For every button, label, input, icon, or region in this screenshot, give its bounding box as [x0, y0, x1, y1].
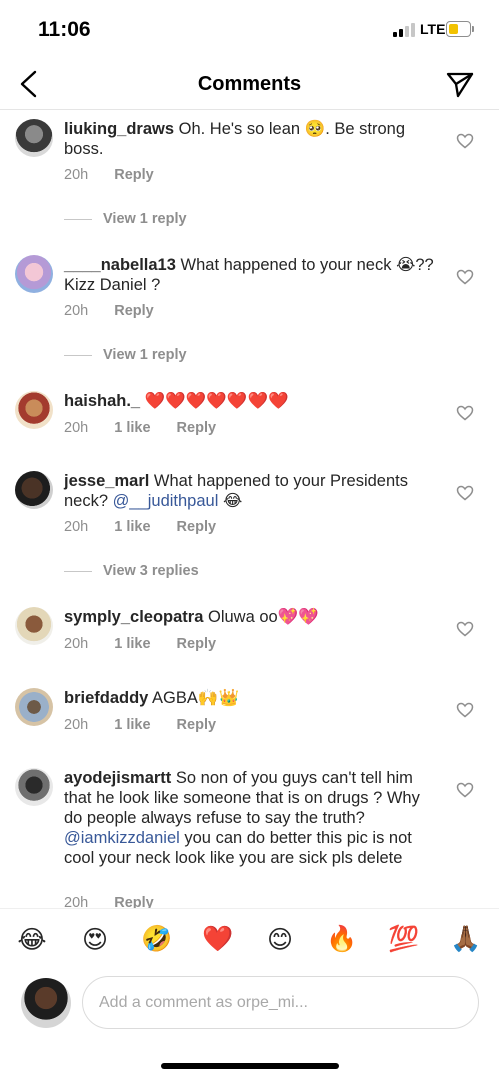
- comment-meta: 20h 1 like Reply: [64, 717, 238, 733]
- emoji-button[interactable]: 🔥: [324, 925, 360, 954]
- reply-button[interactable]: Reply: [177, 420, 217, 436]
- likes-count[interactable]: 1 like: [114, 420, 150, 436]
- comment-body: AGBA: [152, 689, 198, 707]
- comment-composer: [0, 970, 499, 1040]
- network-label: LTE: [420, 21, 446, 37]
- emoji: 🥺: [304, 120, 326, 138]
- comment-input[interactable]: [82, 976, 479, 1029]
- comment-username[interactable]: symply_cleopatra: [64, 608, 203, 626]
- likes-count[interactable]: 1 like: [114, 636, 150, 652]
- comment-body: ❤️❤️❤️❤️❤️❤️❤️: [144, 392, 289, 410]
- comment-text: ayodejismartt So non of you guys can't t…: [64, 768, 434, 868]
- comment-text: symply_cleopatra Oluwa oo💖💖: [64, 607, 434, 627]
- comment-username[interactable]: ____nabella13: [64, 256, 176, 274]
- comment-meta: 20h 1 like Reply: [64, 420, 238, 436]
- emoji: 🙌👑: [197, 689, 239, 707]
- comment-username[interactable]: jesse_marl: [64, 472, 149, 490]
- heart-icon[interactable]: [456, 133, 474, 149]
- comment-text: jesse_marl What happened to your Preside…: [64, 471, 434, 511]
- emoji-button[interactable]: 😊: [262, 925, 298, 955]
- status-bar: 11:06 LTE: [0, 0, 499, 60]
- reply-button[interactable]: Reply: [177, 519, 217, 535]
- heart-icon[interactable]: [456, 621, 474, 637]
- avatar[interactable]: [15, 607, 53, 645]
- heart-icon[interactable]: [456, 269, 474, 285]
- view-replies-label: View 3 replies: [103, 563, 199, 579]
- comments-list[interactable]: liuking_draws Oh. He's so lean 🥺. Be str…: [0, 111, 499, 908]
- reply-button[interactable]: Reply: [114, 167, 154, 183]
- comment-time: 20h: [64, 636, 89, 652]
- comment-body: Oh. He's so lean: [178, 120, 305, 138]
- emoji-button[interactable]: 😍: [77, 925, 113, 955]
- avatar[interactable]: [15, 119, 53, 157]
- comment-time: 20h: [64, 519, 89, 535]
- comment-meta: 20h 1 like Reply: [64, 519, 238, 535]
- emoji: 😭: [396, 256, 416, 274]
- emoji-button[interactable]: 😂: [14, 925, 50, 955]
- comment-time: 20h: [64, 717, 89, 733]
- reply-button[interactable]: Reply: [114, 895, 154, 908]
- emoji: 💖💖: [277, 608, 319, 626]
- comment-meta: 20h Reply: [64, 895, 176, 908]
- divider: [64, 354, 92, 356]
- avatar[interactable]: [15, 768, 53, 806]
- status-time: 11:06: [38, 18, 91, 41]
- comment-meta: 20h Reply: [64, 303, 176, 319]
- comment-time: 20h: [64, 895, 89, 908]
- likes-count[interactable]: 1 like: [114, 717, 150, 733]
- heart-icon[interactable]: [456, 782, 474, 798]
- reply-button[interactable]: Reply: [177, 636, 217, 652]
- emoji-button[interactable]: 🤣: [139, 925, 175, 954]
- comment-text: ____nabella13 What happened to your neck…: [64, 255, 434, 295]
- heart-icon[interactable]: [456, 405, 474, 421]
- page-title: Comments: [197, 73, 302, 95]
- avatar[interactable]: [15, 255, 53, 293]
- comment-text: briefdaddy AGBA🙌👑: [64, 688, 434, 708]
- heart-icon[interactable]: [456, 485, 474, 501]
- comment-body: Oluwa oo: [208, 608, 278, 626]
- divider: [64, 570, 92, 572]
- avatar[interactable]: [15, 471, 53, 509]
- signal-icon: [393, 23, 415, 37]
- view-replies-label: View 1 reply: [103, 347, 187, 363]
- comment-username[interactable]: briefdaddy: [64, 689, 148, 707]
- emoji-quick-bar: 😂 😍 🤣 ❤️ 😊 🔥 💯 🙏🏾: [0, 908, 499, 970]
- avatar[interactable]: [15, 688, 53, 726]
- comment-meta: 20h 1 like Reply: [64, 636, 238, 652]
- emoji-button[interactable]: 💯: [386, 925, 422, 954]
- divider: [64, 218, 92, 220]
- avatar: [21, 978, 71, 1028]
- heart-icon[interactable]: [456, 702, 474, 718]
- comment-text: haishah._ ❤️❤️❤️❤️❤️❤️❤️: [64, 391, 434, 411]
- comment-time: 20h: [64, 303, 89, 319]
- comment-meta: 20h Reply: [64, 167, 176, 183]
- comment-time: 20h: [64, 420, 89, 436]
- comment-time: 20h: [64, 167, 89, 183]
- paper-plane-icon[interactable]: [445, 70, 475, 100]
- likes-count[interactable]: 1 like: [114, 519, 150, 535]
- emoji-button[interactable]: 🙏🏾: [448, 925, 484, 954]
- comment-body: What happened to your neck: [180, 256, 397, 274]
- comment-text: liuking_draws Oh. He's so lean 🥺. Be str…: [64, 119, 434, 159]
- home-indicator: [161, 1063, 339, 1069]
- reply-button[interactable]: Reply: [114, 303, 154, 319]
- comment-username[interactable]: ayodejismartt: [64, 769, 171, 787]
- avatar[interactable]: [15, 391, 53, 429]
- view-replies-button[interactable]: View 1 reply: [64, 211, 187, 227]
- view-replies-button[interactable]: View 1 reply: [64, 347, 187, 363]
- reply-button[interactable]: Reply: [177, 717, 217, 733]
- emoji: 😂: [218, 492, 243, 510]
- view-replies-button[interactable]: View 3 replies: [64, 563, 199, 579]
- view-replies-label: View 1 reply: [103, 211, 187, 227]
- battery-icon: [446, 21, 474, 37]
- mention-link[interactable]: @__judithpaul: [113, 492, 219, 510]
- emoji-button[interactable]: ❤️: [200, 925, 236, 954]
- nav-bar: Comments: [0, 60, 499, 110]
- comment-username[interactable]: haishah._: [64, 392, 140, 410]
- comment-username[interactable]: liuking_draws: [64, 120, 174, 138]
- mention-link[interactable]: @iamkizzdaniel: [64, 829, 180, 847]
